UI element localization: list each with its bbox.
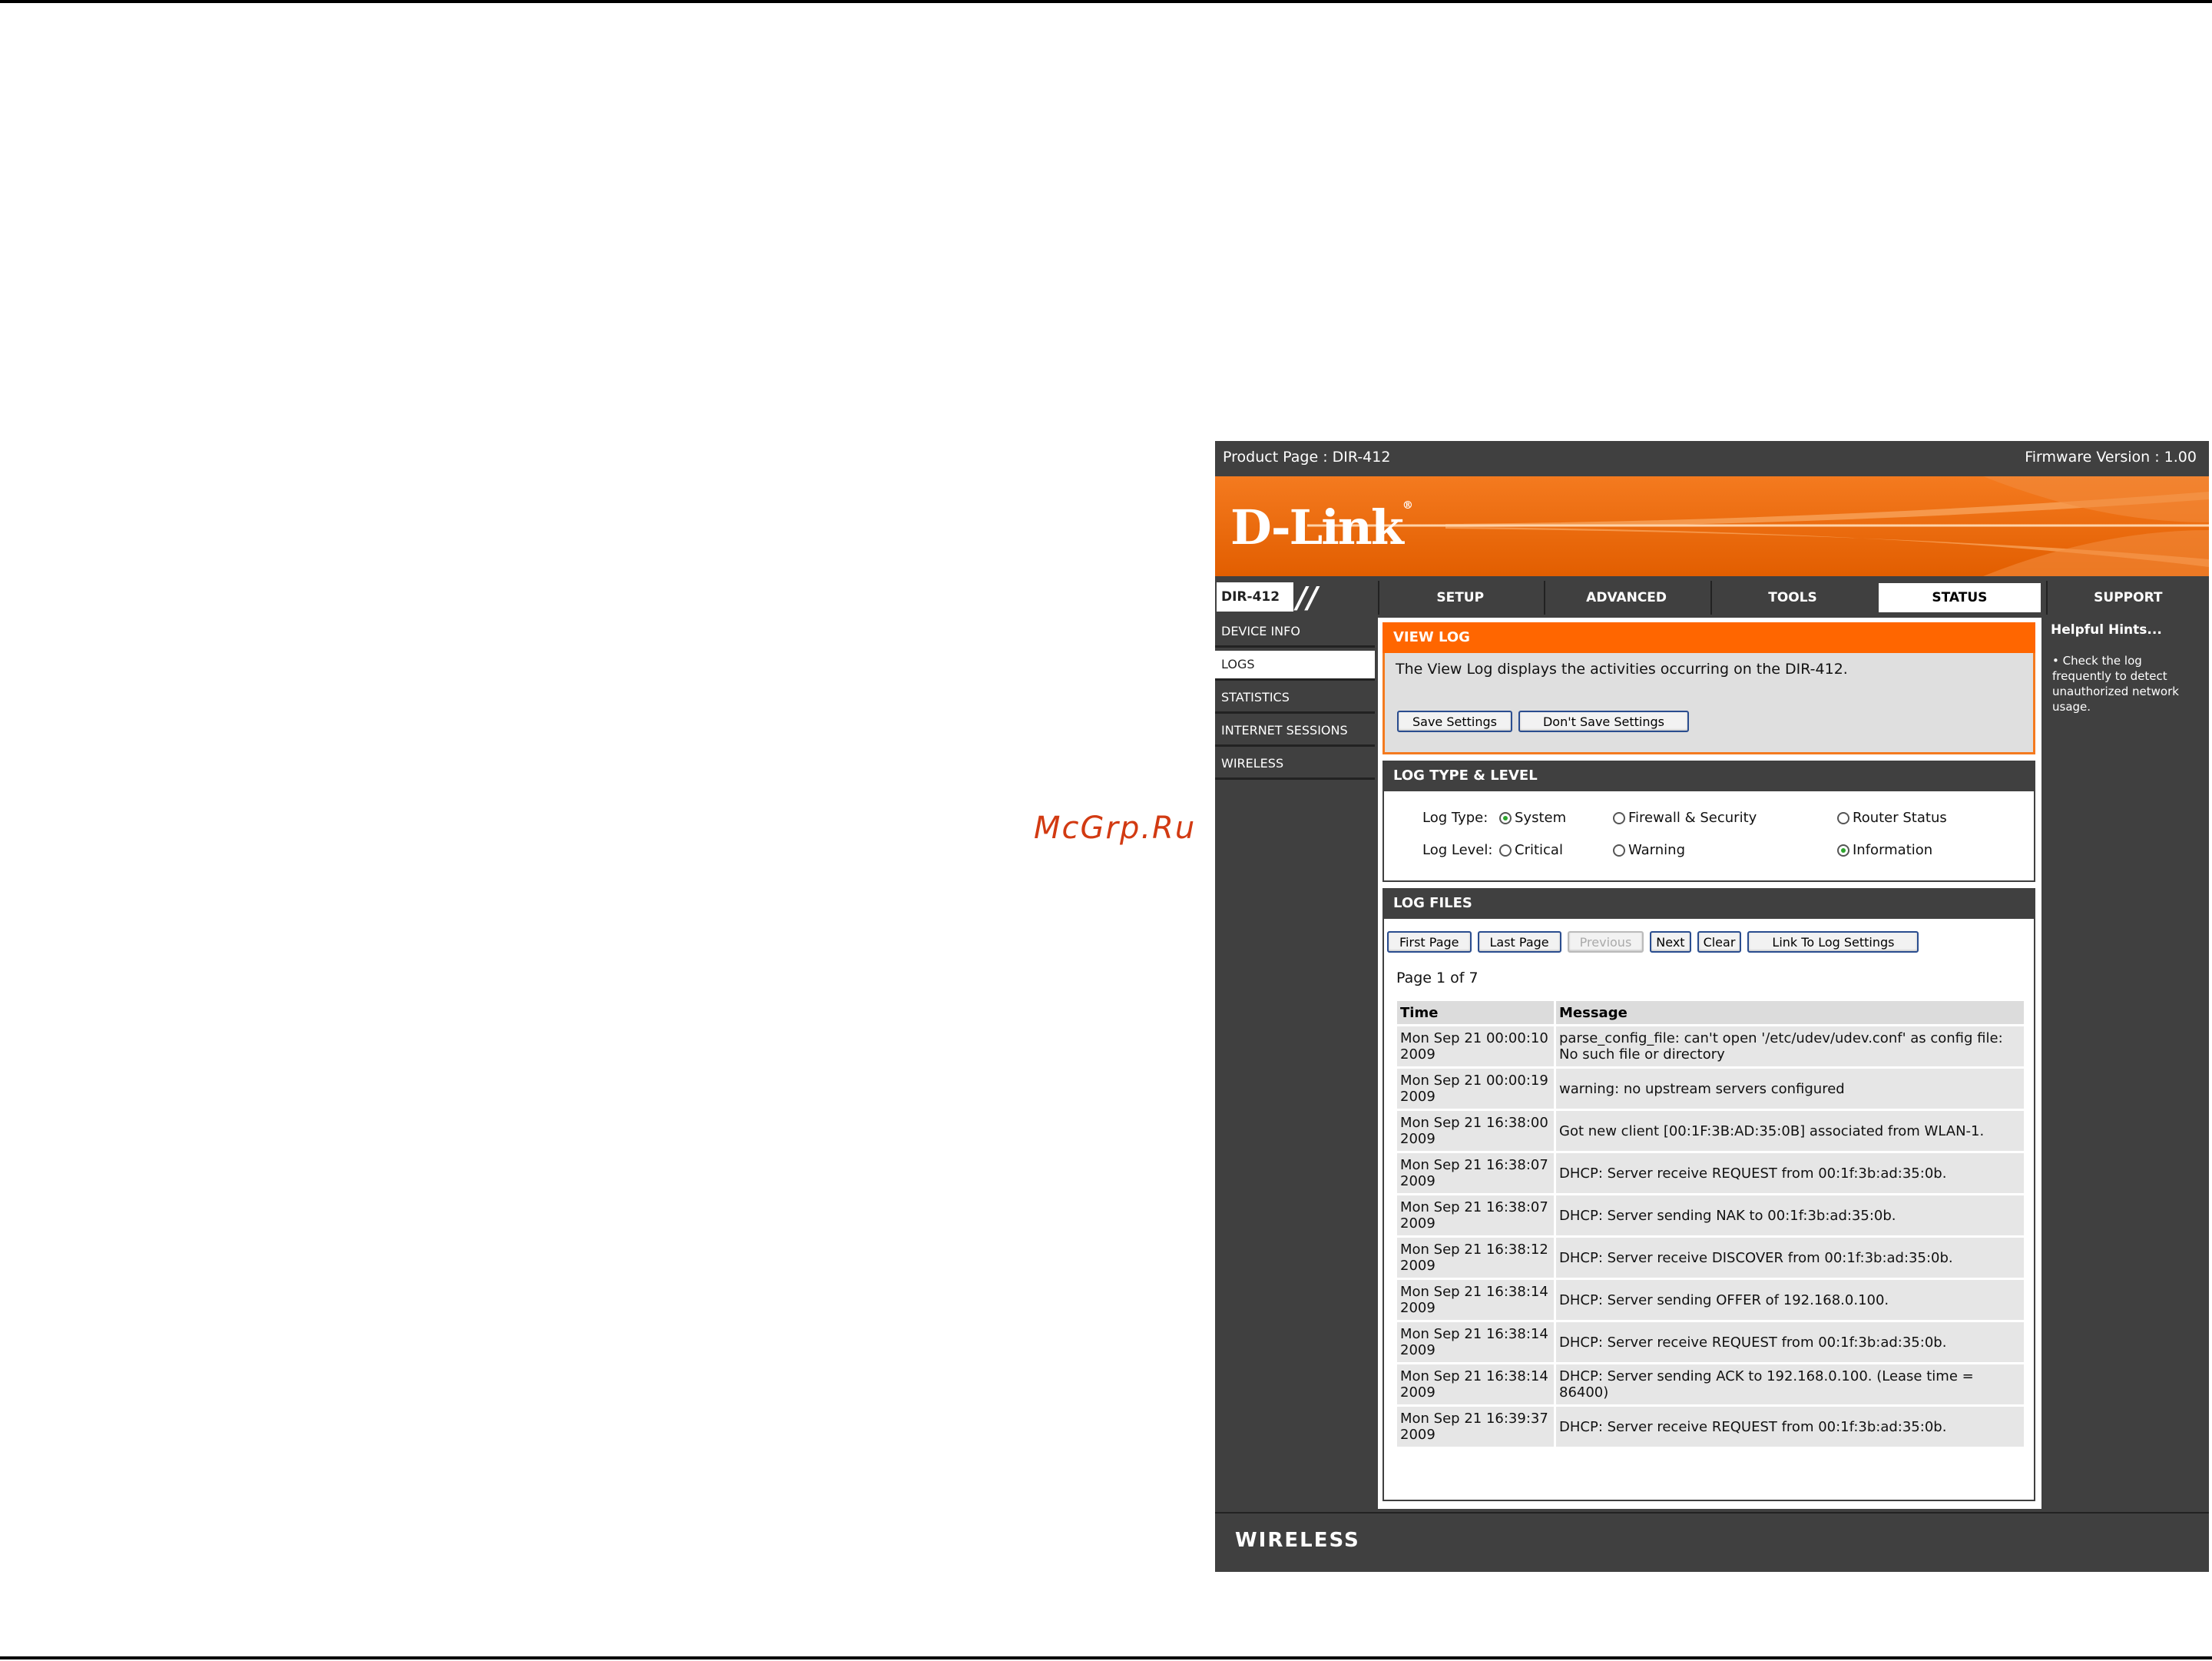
table-row: Mon Sep 21 16:38:14 2009 DHCP: Server se…	[1397, 1364, 2024, 1404]
table-row: Mon Sep 21 16:39:37 2009 DHCP: Server re…	[1397, 1407, 2024, 1447]
view-log-title: VIEW LOG	[1382, 622, 2035, 653]
log-message: DHCP: Server receive REQUEST from 00:1f:…	[1556, 1153, 2024, 1193]
previous-button[interactable]: Previous	[1567, 931, 1644, 953]
log-time: Mon Sep 21 00:00:10 2009	[1397, 1026, 1554, 1066]
link-to-log-settings-button[interactable]: Link To Log Settings	[1747, 931, 1919, 953]
model-label: DIR-412	[1217, 582, 1293, 612]
firmware-version-label: Firmware Version : 1.00	[2025, 449, 2197, 466]
view-log-panel: VIEW LOG The View Log displays the activ…	[1382, 622, 2035, 754]
radio-checked-icon	[1837, 844, 1849, 857]
sidebar-item-logs[interactable]: LOGS	[1215, 651, 1375, 681]
page-info: Page 1 of 7	[1396, 970, 1479, 986]
log-files-panel: LOG FILES First Page Last Page Previous …	[1382, 888, 2035, 1501]
top-rule	[0, 0, 2212, 3]
log-time: Mon Sep 21 16:38:07 2009	[1397, 1153, 1554, 1193]
next-button[interactable]: Next	[1650, 931, 1691, 953]
log-message: parse_config_file: can't open '/etc/udev…	[1556, 1026, 2024, 1066]
radio-unchecked-icon	[1499, 844, 1512, 857]
log-time: Mon Sep 21 16:39:37 2009	[1397, 1407, 1554, 1447]
log-level-label: Log Level:	[1422, 842, 1493, 858]
save-settings-button[interactable]: Save Settings	[1397, 711, 1512, 732]
log-message: DHCP: Server receive REQUEST from 00:1f:…	[1556, 1407, 2024, 1447]
table-row: Mon Sep 21 16:38:07 2009 DHCP: Server se…	[1397, 1195, 2024, 1235]
bullet-icon: •	[2052, 654, 2063, 668]
sidebar-item-statistics[interactable]: STATISTICS	[1215, 684, 1375, 714]
hints-text: • Check the log frequently to detect una…	[2052, 654, 2179, 714]
dont-save-settings-button[interactable]: Don't Save Settings	[1518, 711, 1689, 732]
helpful-hints: Helpful Hints... • Check the log frequen…	[2046, 618, 2209, 714]
radio-information[interactable]: Information	[1837, 842, 1932, 858]
sidebar: DEVICE INFO LOGS STATISTICS INTERNET SES…	[1215, 618, 1375, 783]
view-log-description: The View Log displays the activities occ…	[1396, 661, 1848, 678]
settings-buttons: Save Settings Don't Save Settings	[1397, 711, 1689, 732]
log-type-level-title: LOG TYPE & LEVEL	[1382, 761, 2035, 791]
radio-critical[interactable]: Critical	[1499, 842, 1563, 858]
log-table: Time Message Mon Sep 21 00:00:10 2009 pa…	[1395, 999, 2026, 1449]
log-message: DHCP: Server sending NAK to 00:1f:3b:ad:…	[1556, 1195, 2024, 1235]
sidebar-item-wireless[interactable]: WIRELESS	[1215, 750, 1375, 780]
log-message: DHCP: Server sending ACK to 192.168.0.10…	[1556, 1364, 2024, 1404]
tab-support[interactable]: SUPPORT	[2045, 581, 2210, 615]
tab-tools[interactable]: TOOLS	[1710, 581, 1874, 615]
log-time: Mon Sep 21 16:38:00 2009	[1397, 1111, 1554, 1151]
radio-unchecked-icon	[1613, 844, 1625, 857]
log-message: DHCP: Server receive REQUEST from 00:1f:…	[1556, 1322, 2024, 1362]
bottom-rule	[0, 1656, 2212, 1659]
log-time: Mon Sep 21 16:38:07 2009	[1397, 1195, 1554, 1235]
sidebar-item-internet-sessions[interactable]: INTERNET SESSIONS	[1215, 717, 1375, 747]
log-time: Mon Sep 21 16:38:14 2009	[1397, 1322, 1554, 1362]
log-message: Got new client [00:1F:3B:AD:35:0B] assoc…	[1556, 1111, 2024, 1151]
table-row: Mon Sep 21 16:38:14 2009 DHCP: Server se…	[1397, 1280, 2024, 1320]
tab-advanced[interactable]: ADVANCED	[1544, 581, 1707, 615]
radio-unchecked-icon	[1613, 811, 1625, 824]
log-time: Mon Sep 21 16:38:14 2009	[1397, 1280, 1554, 1320]
table-row: Mon Sep 21 16:38:12 2009 DHCP: Server re…	[1397, 1238, 2024, 1278]
radio-firewall-security[interactable]: Firewall & Security	[1613, 810, 1757, 826]
column-header-message: Message	[1556, 1001, 2024, 1024]
table-row: Mon Sep 21 16:38:14 2009 DHCP: Server re…	[1397, 1322, 2024, 1362]
model-tag: DIR-412 //	[1215, 581, 1375, 615]
radio-unchecked-icon	[1837, 811, 1849, 824]
log-pager-buttons: First Page Last Page Previous Next Clear…	[1387, 931, 1919, 953]
table-row: Mon Sep 21 16:38:07 2009 DHCP: Server re…	[1397, 1153, 2024, 1193]
main-content: VIEW LOG The View Log displays the activ…	[1378, 618, 2041, 1509]
product-page-label: Product Page : DIR-412	[1223, 449, 1391, 466]
log-type-label: Log Type:	[1422, 810, 1488, 826]
watermark: McGrp.Ru	[1034, 811, 1197, 846]
dlink-banner: D-Link®	[1215, 476, 2209, 576]
log-type-level-panel: LOG TYPE & LEVEL Log Type: System Firewa…	[1382, 761, 2035, 882]
column-header-time: Time	[1397, 1001, 1554, 1024]
wireless-logo: WIRELESS	[1235, 1529, 1360, 1552]
table-header-row: Time Message	[1397, 1001, 2024, 1024]
last-page-button[interactable]: Last Page	[1477, 931, 1561, 953]
log-type-row: Log Type:	[1422, 810, 1501, 826]
footer-bar: WIRELESS	[1215, 1512, 2209, 1572]
radio-system[interactable]: System	[1499, 810, 1566, 826]
dlink-logo: D-Link®	[1230, 499, 1413, 555]
clear-button[interactable]: Clear	[1697, 931, 1742, 953]
log-message: DHCP: Server sending OFFER of 192.168.0.…	[1556, 1280, 2024, 1320]
log-message: DHCP: Server receive DISCOVER from 00:1f…	[1556, 1238, 2024, 1278]
log-time: Mon Sep 21 00:00:19 2009	[1397, 1069, 1554, 1109]
radio-warning[interactable]: Warning	[1613, 842, 1685, 858]
first-page-button[interactable]: First Page	[1387, 931, 1472, 953]
radio-router-status[interactable]: Router Status	[1837, 810, 1947, 826]
router-admin-window: Product Page : DIR-412 Firmware Version …	[1215, 441, 2210, 1572]
tab-status[interactable]: STATUS	[1876, 581, 2043, 615]
table-row: Mon Sep 21 00:00:19 2009 warning: no ups…	[1397, 1069, 2024, 1109]
log-level-row: Log Level:	[1422, 842, 1501, 858]
table-row: Mon Sep 21 00:00:10 2009 parse_config_fi…	[1397, 1026, 2024, 1066]
log-time: Mon Sep 21 16:38:12 2009	[1397, 1238, 1554, 1278]
slash-decoration: //	[1296, 581, 1318, 615]
log-time: Mon Sep 21 16:38:14 2009	[1397, 1364, 1554, 1404]
sidebar-item-device-info[interactable]: DEVICE INFO	[1215, 618, 1375, 648]
log-files-title: LOG FILES	[1382, 888, 2035, 919]
product-bar: Product Page : DIR-412 Firmware Version …	[1215, 441, 2209, 473]
main-nav: DIR-412 // SETUP ADVANCED TOOLS STATUS S…	[1215, 581, 2210, 615]
table-row: Mon Sep 21 16:38:00 2009 Got new client …	[1397, 1111, 2024, 1151]
radio-checked-icon	[1499, 811, 1512, 824]
hints-title: Helpful Hints...	[2051, 622, 2162, 638]
log-message: warning: no upstream servers configured	[1556, 1069, 2024, 1109]
tab-setup[interactable]: SETUP	[1378, 581, 1541, 615]
